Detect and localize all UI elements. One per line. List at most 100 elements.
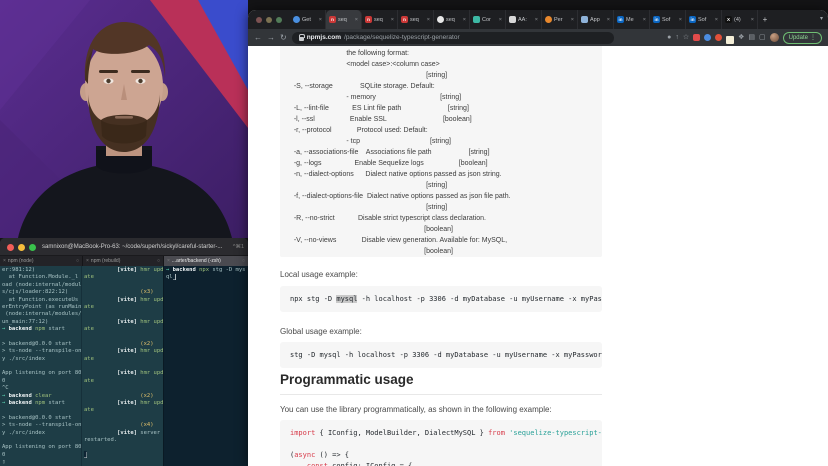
url-path: /package/sequelize-typescript-generator: [344, 34, 460, 41]
lock-icon: [299, 37, 304, 41]
local-usage-label: Local usage example:: [280, 270, 358, 279]
terminal-body: er:981:12) at Function.Module._load (nod…: [0, 266, 248, 466]
terminal-pane-tab-npm-node[interactable]: × npm (node) ○: [0, 256, 82, 266]
minimize-button[interactable]: [18, 244, 25, 251]
tab-label: (4): [734, 17, 749, 23]
page-content: the following format: <model case>:<colu…: [248, 46, 828, 466]
pane-tab-label: ...arter/backend (-zsh): [172, 258, 221, 264]
tab-label: seq: [338, 17, 353, 23]
tab-close-icon[interactable]: ×: [319, 17, 322, 23]
terminal-shortcut-hint: ^⌘1: [233, 238, 244, 256]
tab-close-icon[interactable]: ×: [679, 17, 682, 23]
browser-tab-seq[interactable]: nseq×: [362, 10, 398, 29]
orange-favicon: [545, 16, 552, 23]
tab-close-icon[interactable]: ×: [535, 17, 538, 23]
pane-menu-icon[interactable]: ○: [242, 258, 245, 264]
share-icon[interactable]: ↑: [675, 29, 679, 46]
tab-close-icon[interactable]: ×: [571, 17, 574, 23]
readme-column: the following format: <model case>:<colu…: [280, 46, 602, 466]
pane-tab-label: npm (rebuild): [91, 258, 120, 264]
profile-avatar[interactable]: [770, 33, 779, 42]
kebab-menu-icon: ⋮: [810, 34, 816, 41]
tab-label: Me: [626, 17, 641, 23]
tab-label: seq: [374, 17, 389, 23]
minimize-button[interactable]: [266, 17, 272, 23]
zoom-button[interactable]: [276, 17, 282, 23]
terminal-title: samnixon@MacBook-Pro-63: ~/code/superh/s…: [42, 238, 222, 256]
close-icon[interactable]: ×: [3, 258, 6, 264]
tab-group-icon[interactable]: ▤: [748, 29, 755, 46]
programmatic-code-block: import { IConfig, ModelBuilder, DialectM…: [280, 420, 602, 466]
browser-tab-seq[interactable]: seq×: [434, 10, 470, 29]
globe-icon[interactable]: ●: [667, 29, 671, 46]
browser-tabstrip: Get×nseq×nseq×nseq×seq×Cor×AA:×Per×App×i…: [248, 10, 828, 29]
global-usage-code-block: stg -D mysql -h localhost -p 3306 -d myD…: [280, 342, 602, 368]
npm-favicon: n: [329, 16, 336, 23]
terminal-pane-tab-npm-rebuild[interactable]: × npm (rebuild) ○: [83, 256, 163, 266]
tab-close-icon[interactable]: ×: [499, 17, 502, 23]
tab-close-icon[interactable]: ×: [643, 17, 646, 23]
close-icon[interactable]: ×: [86, 258, 89, 264]
tab-close-icon[interactable]: ×: [391, 17, 394, 23]
browser-tab-me[interactable]: inMe×: [614, 10, 650, 29]
pane-menu-icon[interactable]: ○: [157, 258, 160, 264]
teal-favicon: [473, 16, 480, 23]
browser-tab-cor[interactable]: Cor×: [470, 10, 506, 29]
browser-tab-sof[interactable]: inSof×: [686, 10, 722, 29]
close-icon[interactable]: ×: [167, 258, 170, 264]
puzzle-extensions-icon[interactable]: ❖: [738, 29, 744, 46]
tab-close-icon[interactable]: ×: [463, 17, 466, 23]
terminal-pane-npm-node[interactable]: er:981:12) at Function.Module._load (nod…: [0, 266, 81, 466]
back-button[interactable]: ←: [254, 29, 262, 46]
close-button[interactable]: [256, 17, 262, 23]
browser-tab-sof[interactable]: inSof×: [650, 10, 686, 29]
pane-menu-icon[interactable]: ○: [76, 258, 79, 264]
tab-close-icon[interactable]: ×: [355, 17, 358, 23]
extension-blue-icon[interactable]: [704, 34, 711, 41]
tab-label: Get: [302, 17, 317, 23]
zoom-button[interactable]: [29, 244, 36, 251]
terminal-pane-tab-backend-zsh[interactable]: × ...arter/backend (-zsh) ○: [164, 256, 248, 266]
new-tab-button[interactable]: +: [758, 10, 772, 29]
extension-red-icon[interactable]: [693, 34, 700, 41]
npm-favicon: n: [401, 16, 408, 23]
screen: samnixon@MacBook-Pro-63: ~/code/superh/s…: [0, 0, 828, 466]
tab-close-icon[interactable]: ×: [427, 17, 430, 23]
address-bar[interactable]: npmjs.com /package/sequelize-typescript-…: [292, 32, 614, 44]
terminal-pane-npm-rebuild[interactable]: [vite] hmr update (x3) [vite] hmr update…: [81, 266, 163, 466]
terminal-pane-backend-shell[interactable]: → backend npx stg -D mysql▊: [163, 266, 248, 466]
terminal-pane-tabs: × npm (node) ○ × npm (rebuild) ○ × ...ar…: [0, 256, 248, 266]
terminal-titlebar[interactable]: samnixon@MacBook-Pro-63: ~/code/superh/s…: [0, 238, 248, 256]
browser-tab-4[interactable]: X(4)×: [722, 10, 758, 29]
tab-label: seq: [410, 17, 425, 23]
tab-close-icon[interactable]: ×: [715, 17, 718, 23]
bookmark-star-icon[interactable]: ☆: [683, 29, 689, 46]
browser-tab-seq[interactable]: nseq×: [326, 10, 362, 29]
programmatic-usage-heading: Programmatic usage: [280, 372, 602, 395]
tab-close-icon[interactable]: ×: [607, 17, 610, 23]
extension-orange-icon[interactable]: [715, 34, 722, 41]
close-button[interactable]: [7, 244, 14, 251]
update-label: Update: [789, 35, 808, 41]
presenter-illustration: [0, 0, 248, 238]
tab-close-icon[interactable]: ×: [751, 17, 754, 23]
github-favicon: [437, 16, 444, 23]
browser-tab-aa[interactable]: AA:×: [506, 10, 542, 29]
chevron-down-icon[interactable]: ▾: [820, 10, 823, 29]
forward-button[interactable]: →: [267, 29, 275, 46]
linkedin-favicon: in: [617, 16, 624, 23]
reload-button[interactable]: ↻: [280, 29, 287, 46]
sidebar-icon[interactable]: ▢: [759, 29, 766, 46]
doc-favicon: [509, 16, 516, 23]
linkedin-favicon: in: [653, 16, 660, 23]
local-usage-code-block: npx stg -D mysql -h localhost -p 3306 -d…: [280, 286, 602, 312]
browser-tab-per[interactable]: Per×: [542, 10, 578, 29]
tab-label: Sof: [662, 17, 677, 23]
extension-white-icon[interactable]: [726, 36, 734, 44]
terminal-window: samnixon@MacBook-Pro-63: ~/code/superh/s…: [0, 238, 248, 466]
update-button[interactable]: Update ⋮: [783, 32, 822, 44]
browser-tab-app[interactable]: App×: [578, 10, 614, 29]
browser-toolbar: ← → ↻ npmjs.com /package/sequelize-types…: [248, 29, 828, 46]
browser-tab-get[interactable]: Get×: [290, 10, 326, 29]
browser-tab-seq[interactable]: nseq×: [398, 10, 434, 29]
